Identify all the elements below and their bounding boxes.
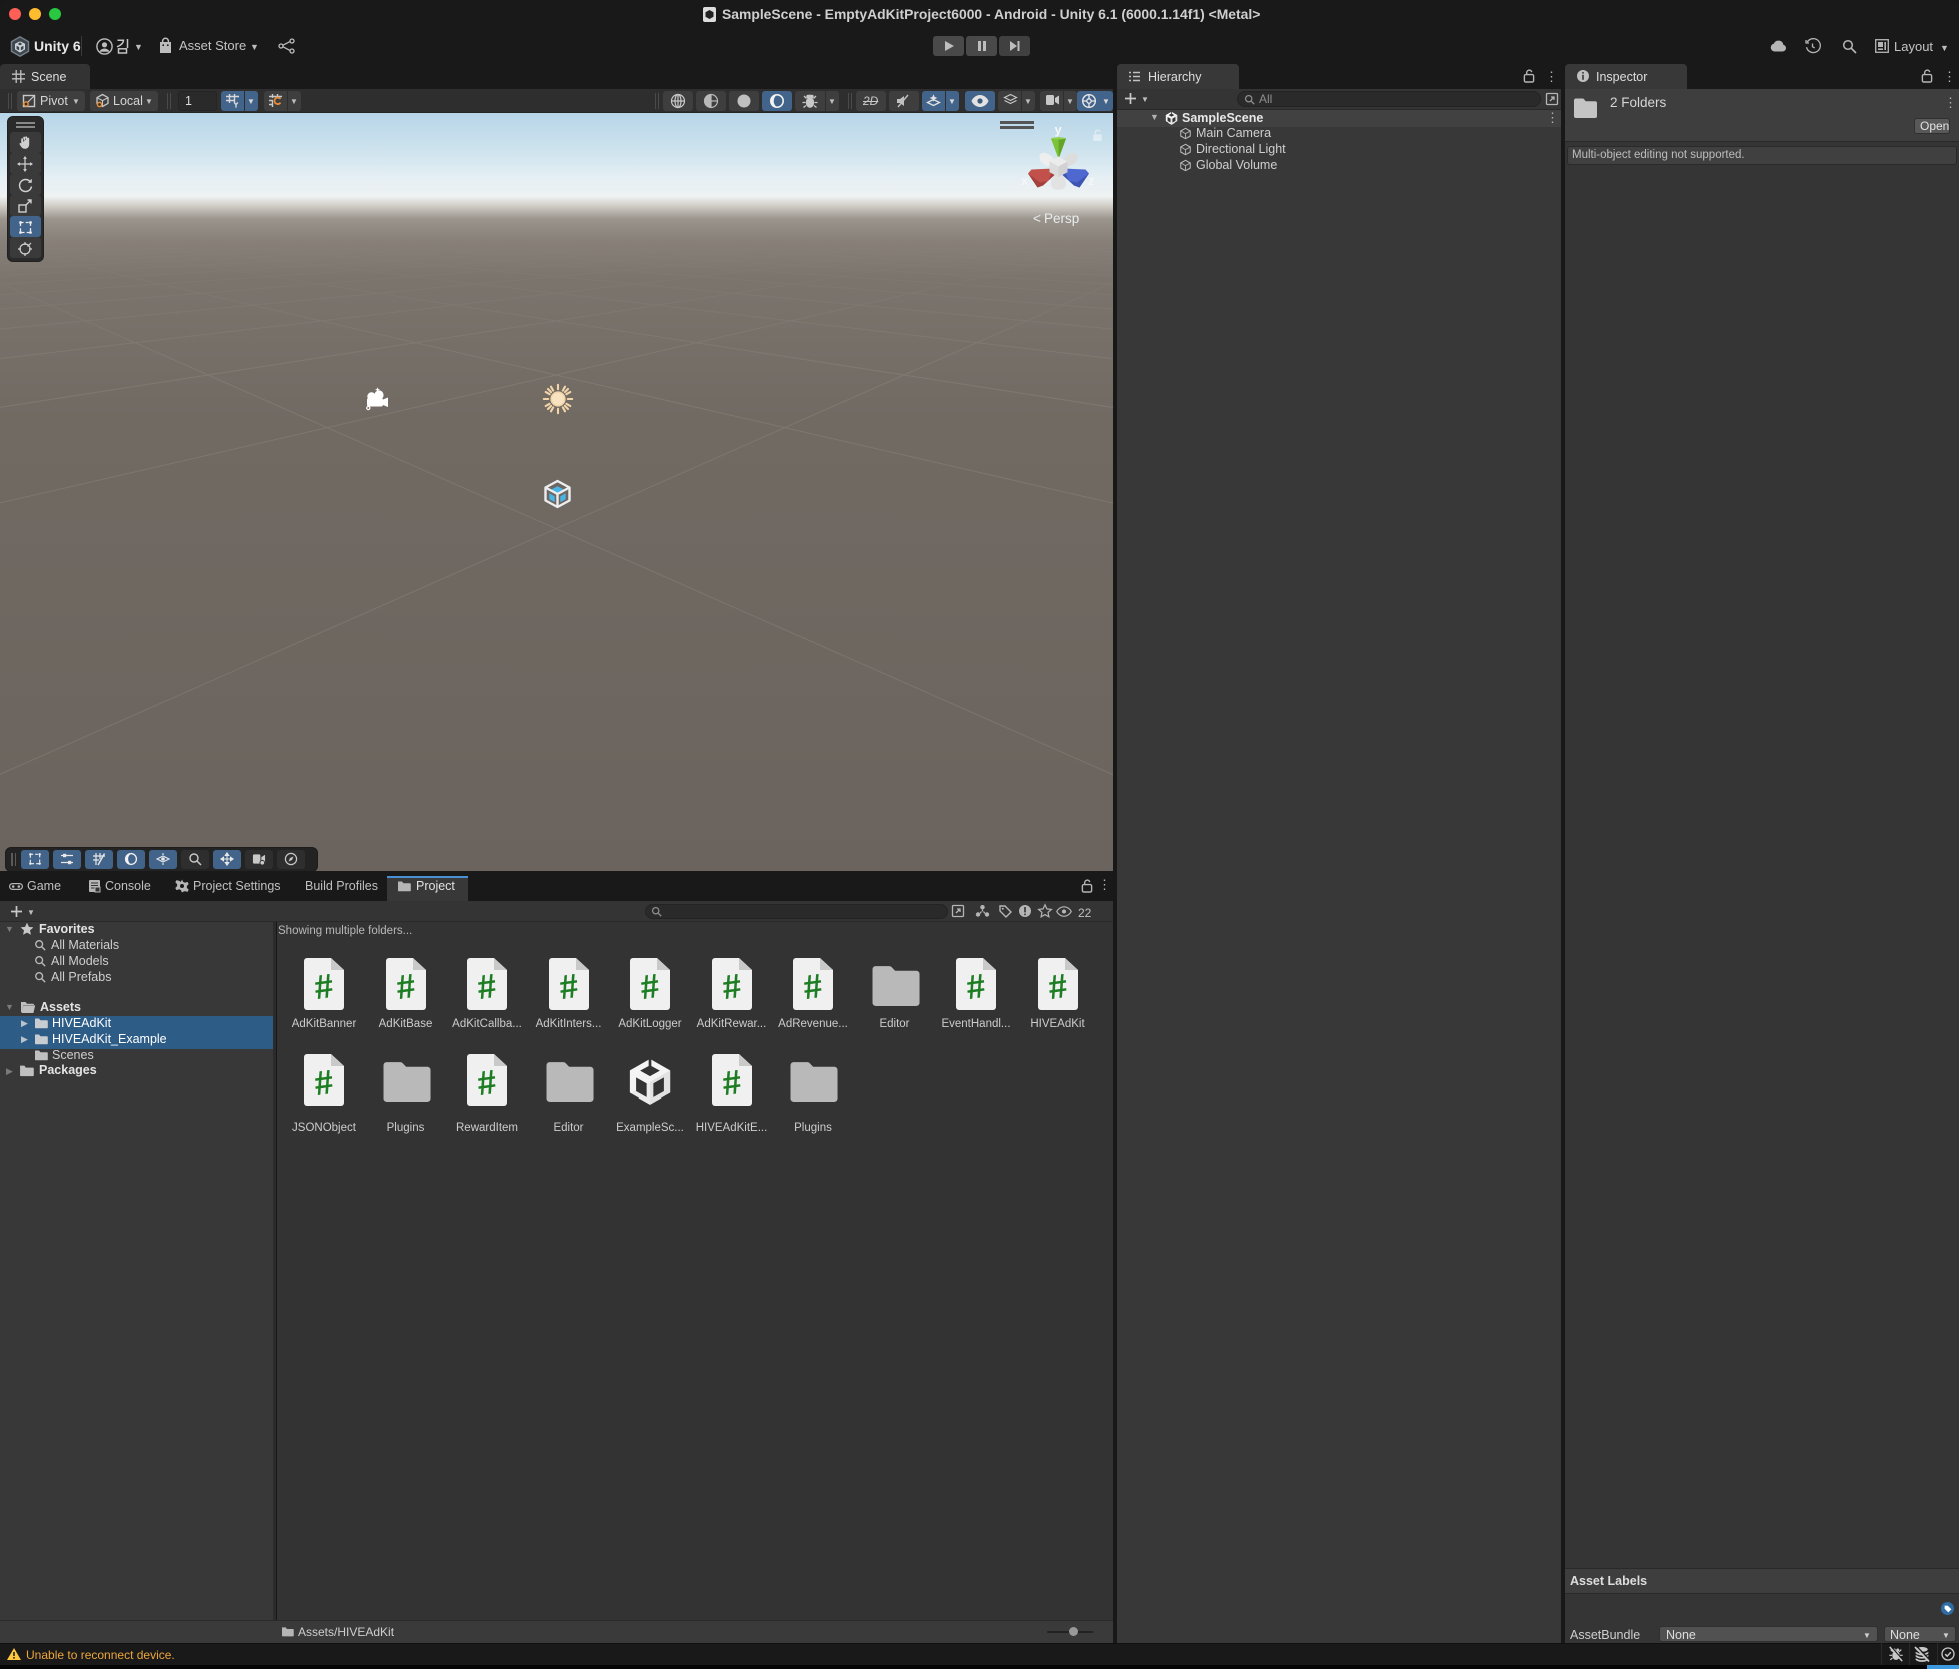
svg-text:z: z xyxy=(1088,173,1095,188)
svg-text:y: y xyxy=(1055,122,1063,137)
svg-text:x: x xyxy=(1021,173,1029,188)
